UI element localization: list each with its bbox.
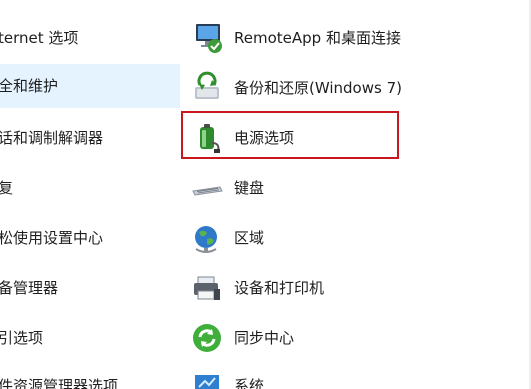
devices-printers-icon [190,271,224,305]
region-globe-icon [190,221,224,255]
item-label: 区域 [234,229,265,247]
remoteapp-icon [190,21,224,55]
control-panel-item-file-explorer-options[interactable]: 件资源管理器选项 [0,364,180,389]
control-panel-item-remoteapp[interactable]: RemoteApp 和桌面连接 [190,16,490,60]
control-panel-item-internet-options[interactable]: ternet 选项 [0,16,180,60]
item-label: 松使用设置中心 [0,229,104,247]
control-panel-item-phone-modem[interactable]: 话和调制解调器 [0,116,180,160]
control-panel-item-indexing-options[interactable]: 引选项 [0,316,180,360]
control-panel-item-ease-of-access[interactable]: 松使用设置中心 [0,216,180,260]
item-label: 引选项 [0,329,44,347]
control-panel-item-system[interactable]: 系统 [190,364,490,389]
item-label: 全和维护 [0,77,59,95]
control-panel-viewport: ternet 选项 全和维护 话和调制解调器 复 松使用设置中心 备管理器 引选… [0,0,531,389]
item-label: 设备和打印机 [234,279,325,297]
item-label: 键盘 [234,179,265,197]
item-label: 备份和还原(Windows 7) [234,79,402,97]
control-panel-item-sync-center[interactable]: 同步中心 [190,316,490,360]
item-label: ternet 选项 [0,29,79,47]
item-label: 同步中心 [234,329,295,347]
control-panel-item-security-maintenance[interactable]: 全和维护 [0,64,180,108]
keyboard-icon [190,171,224,205]
sync-center-icon [190,321,224,355]
control-panel-item-devices-printers[interactable]: 设备和打印机 [190,266,490,310]
item-label: 话和调制解调器 [0,129,104,147]
control-panel-item-power-options[interactable]: 电源选项 [190,116,490,160]
power-options-icon [190,121,224,155]
control-panel-item-region[interactable]: 区域 [190,216,490,260]
item-label: 电源选项 [234,129,295,147]
control-panel-item-backup-restore[interactable]: 备份和还原(Windows 7) [190,66,490,110]
system-icon [190,369,224,389]
item-label: 备管理器 [0,279,59,297]
control-panel-item-keyboard[interactable]: 键盘 [190,166,490,210]
item-label: RemoteApp 和桌面连接 [234,29,401,47]
item-label: 系统 [234,377,265,389]
right-column: RemoteApp 和桌面连接 备份和还原(Windows 7) 电源选项 键盘… [180,0,531,389]
item-label: 复 [0,179,14,197]
backup-restore-icon [190,71,224,105]
item-label: 件资源管理器选项 [0,377,119,389]
left-column: ternet 选项 全和维护 话和调制解调器 复 松使用设置中心 备管理器 引选… [0,0,180,389]
control-panel-item-device-manager[interactable]: 备管理器 [0,266,180,310]
control-panel-item-recovery[interactable]: 复 [0,166,180,210]
